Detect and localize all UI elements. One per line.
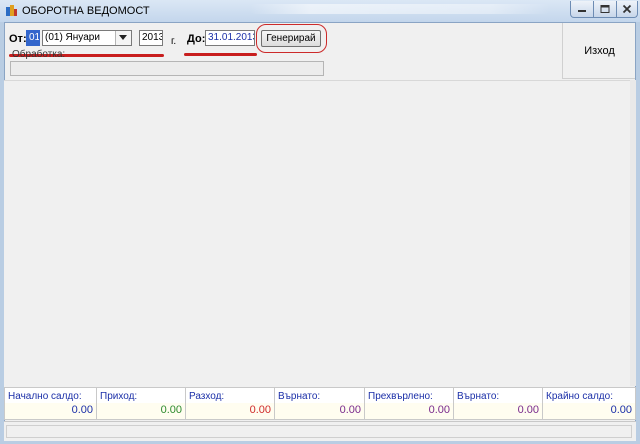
totals-cell-transferred: Прехвърлено: 0.00 (364, 387, 454, 420)
from-day-field[interactable]: 01 (26, 30, 40, 46)
year-suffix: г. (171, 36, 177, 47)
totals-value: 0.00 (339, 404, 361, 416)
totals-bar: Начално салдо: 0.00 Приход: 0.00 Разход:… (4, 387, 636, 420)
status-bar (4, 421, 636, 441)
totals-value: 0.00 (428, 404, 450, 416)
dropdown-arrow[interactable] (115, 31, 131, 45)
totals-value: 0.00 (160, 404, 182, 416)
totals-label: Прехвърлено: (368, 391, 433, 402)
totals-cell-returned: Върнато: 0.00 (274, 387, 365, 420)
totals-value: 0.00 (71, 404, 93, 416)
window-title: ОБОРОТНА ВЕДОМОСТ (22, 5, 150, 17)
close-button[interactable] (616, 1, 638, 18)
to-underline-annotation (184, 53, 257, 56)
totals-cell-returned-2: Върнато: 0.00 (453, 387, 543, 420)
totals-label: Начално салдо: (8, 391, 82, 402)
status-panel (6, 425, 632, 438)
title-bar: ОБОРОТНА ВЕДОМОСТ (0, 0, 640, 22)
processing-progress-bar (10, 61, 324, 76)
totals-label: Върнато: (278, 391, 321, 402)
from-label: От: (9, 33, 27, 45)
maximize-button[interactable] (593, 1, 617, 18)
totals-value: 0.00 (610, 404, 632, 416)
report-area (4, 80, 630, 387)
month-dropdown[interactable]: (01) Януари (42, 30, 132, 46)
generate-button[interactable]: Генерирай (261, 30, 321, 47)
exit-panel: Изход (562, 23, 635, 79)
chevron-down-icon (119, 35, 127, 40)
totals-value: 0.00 (517, 404, 539, 416)
close-icon (622, 4, 632, 14)
vertical-scrollbar[interactable] (630, 80, 636, 386)
totals-cell-income: Приход: 0.00 (96, 387, 186, 420)
totals-cell-expense: Разход: 0.00 (185, 387, 275, 420)
blurred-text (250, 4, 550, 14)
totals-value: 0.00 (249, 404, 271, 416)
totals-cell-opening: Начално салдо: 0.00 (4, 387, 97, 420)
totals-label: Приход: (100, 391, 138, 402)
exit-button[interactable]: Изход (563, 45, 636, 57)
processing-label: Обработка: (12, 49, 66, 60)
maximize-icon (600, 5, 610, 13)
minimize-button[interactable] (570, 1, 594, 18)
minimize-icon (578, 10, 586, 12)
totals-label: Разход: (189, 391, 225, 402)
app-icon (6, 5, 17, 16)
totals-cell-closing: Крайно салдо: 0.00 (542, 387, 636, 420)
to-label: До: (187, 33, 206, 45)
to-date-field[interactable]: 31.01.2013 (205, 30, 255, 46)
year-field[interactable]: 2013 (139, 30, 163, 46)
totals-label: Върнато: (457, 391, 500, 402)
month-dropdown-value: (01) Януари (45, 32, 100, 43)
totals-label: Крайно салдо: (546, 391, 613, 402)
